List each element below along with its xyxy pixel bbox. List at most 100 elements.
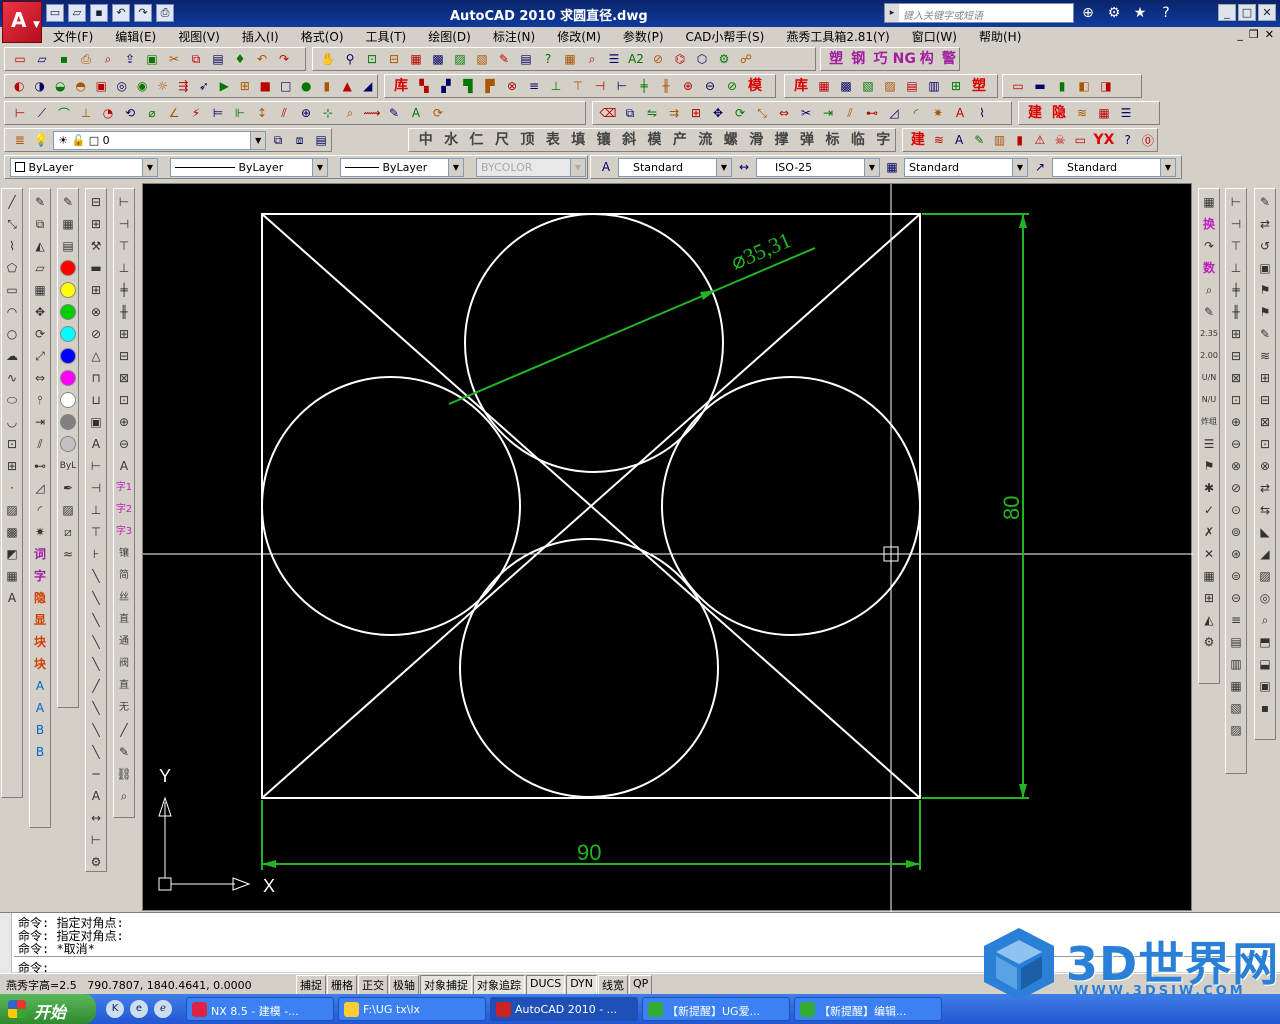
diag4-icon[interactable]: ╲ [87, 632, 105, 652]
edit-text-icon[interactable]: A [950, 103, 970, 123]
visual-icon[interactable]: ◎ [113, 76, 132, 96]
save-icon[interactable]: ▪ [54, 49, 74, 69]
flag-icon[interactable]: ⚑ [1200, 456, 1218, 476]
grid-icon[interactable]: ▦ [560, 49, 580, 69]
linetype-select[interactable]: ByLayer ▼ [170, 157, 328, 177]
grid-swap-icon[interactable]: ▦ [1200, 192, 1218, 212]
extend-icon[interactable]: ⇥ [818, 103, 838, 123]
dim5-icon[interactable]: ⊦ [87, 544, 105, 564]
yx-warn-icon[interactable]: ⚠ [1031, 130, 1049, 150]
r-dim7-icon[interactable]: ⊞ [1227, 324, 1245, 344]
yellow-tool-icon[interactable]: ▨ [59, 500, 77, 520]
mleader-style-select[interactable]: Standard ▼ [1052, 157, 1176, 177]
mold3-icon[interactable]: ▜ [458, 76, 478, 96]
chevron-down-icon[interactable]: ▼ [142, 158, 157, 176]
stack-icon[interactable]: ☰ [1116, 103, 1136, 123]
gradient-icon[interactable]: ▩ [3, 522, 21, 542]
color-swatch-6[interactable] [60, 392, 76, 408]
rotate-icon[interactable]: ⟳ [31, 324, 49, 344]
yx-folder-icon[interactable]: ▭ [1071, 130, 1089, 150]
color-swatch-8[interactable] [60, 436, 76, 452]
warning-button[interactable]: 警 [939, 49, 959, 69]
binoculars-icon[interactable]: ⊕ [1078, 4, 1098, 22]
zoom-window-icon[interactable]: ⊡ [362, 49, 382, 69]
dim-edit-icon[interactable]: ✎ [384, 103, 404, 123]
taskbar-task-4[interactable]: 【新提醒】编辑... [794, 997, 942, 1021]
minimize-button[interactable]: _ [1218, 4, 1236, 21]
bridge-icon[interactable]: ⊔ [87, 390, 105, 410]
save-icon[interactable]: ▪ [90, 4, 108, 22]
r-dim22-icon[interactable]: ▥ [1227, 654, 1245, 674]
menu-item-4[interactable]: 格式(O) [290, 27, 355, 45]
bylayer-color-button[interactable]: ByL [59, 456, 77, 476]
menu-item-13[interactable]: 帮助(H) [968, 27, 1032, 45]
table-style-icon[interactable]: ▦ [882, 157, 902, 177]
mold-text-button-17[interactable]: 临 [846, 130, 869, 150]
communication-icon[interactable]: ⚙ [1104, 4, 1124, 22]
chevron-down-icon[interactable]: ▼ [716, 158, 731, 176]
r3-18-icon[interactable]: ▨ [1256, 566, 1274, 586]
undo-icon[interactable]: ↶ [252, 49, 272, 69]
r3-9-icon[interactable]: ⊞ [1256, 368, 1274, 388]
menu-item-5[interactable]: 工具(T) [355, 27, 418, 45]
status-toggle-8[interactable]: 线宽 [598, 975, 629, 995]
stretch-icon[interactable]: ⇔ [774, 103, 794, 123]
hole2-icon[interactable]: ⊞ [87, 214, 105, 234]
r-dim24-icon[interactable]: ▧ [1227, 698, 1245, 718]
make-current-layer-icon[interactable]: ⧉ [268, 130, 288, 150]
red-x-icon[interactable]: ✕ [1200, 544, 1218, 564]
mtext-a-icon[interactable]: A [87, 434, 105, 454]
r-dim6-icon[interactable]: ╫ [1227, 302, 1245, 322]
camera-icon[interactable]: ▣ [92, 76, 111, 96]
mold12-icon[interactable]: ╫ [656, 76, 676, 96]
make-block-icon[interactable]: ⊞ [3, 456, 21, 476]
dim-break-icon[interactable]: ⫽ [274, 103, 294, 123]
mold-text-button-4[interactable]: 顶 [516, 130, 539, 150]
offset-icon[interactable]: ▱ [31, 258, 49, 278]
r3-19-icon[interactable]: ◎ [1256, 588, 1274, 608]
diag2-icon[interactable]: ╲ [87, 588, 105, 608]
insert-block-icon[interactable]: ⊡ [3, 434, 21, 454]
mold13-icon[interactable]: ⊕ [678, 76, 698, 96]
yx-button[interactable]: YX [1091, 130, 1116, 150]
tables-icon[interactable]: ☰ [604, 49, 624, 69]
copy-obj-icon[interactable]: ⧉ [620, 103, 640, 123]
dim-icon[interactable]: A2 [626, 49, 646, 69]
shade-icon[interactable]: ◉ [133, 76, 152, 96]
dim-e-icon[interactable]: ╪ [115, 280, 133, 300]
text-style-select[interactable]: Standard ▼ [618, 157, 732, 177]
mold-text-button-8[interactable]: 斜 [617, 130, 640, 150]
bars-icon[interactable]: ☰ [1200, 434, 1218, 454]
hammer-icon[interactable]: ⚒ [87, 236, 105, 256]
maximize-button[interactable]: □ [1238, 4, 1256, 21]
mold6-icon[interactable]: ≡ [524, 76, 544, 96]
dim-style-select[interactable]: ISO-25 ▼ [756, 157, 880, 177]
yx-skull-icon[interactable]: ☠ [1051, 130, 1069, 150]
extend-icon[interactable]: ⇥ [31, 412, 49, 432]
print-icon[interactable]: ⎙ [76, 49, 96, 69]
yx-lock-icon[interactable]: ▮ [1011, 130, 1029, 150]
wave-icon[interactable]: ≈ [59, 544, 77, 564]
yellow-line-icon[interactable]: ╲ [87, 742, 105, 762]
m22-icon[interactable]: ▩ [836, 76, 856, 96]
arc-icon[interactable]: ◠ [3, 302, 21, 322]
r3-11-icon[interactable]: ⊠ [1256, 412, 1274, 432]
dim-arc-icon[interactable]: ⌒ [54, 103, 74, 123]
height-label[interactable]: 80 [999, 496, 1024, 520]
dim-g-icon[interactable]: ⊞ [115, 324, 133, 344]
zoom-realtime-icon[interactable]: ⚲ [340, 49, 360, 69]
table-style-select[interactable]: Standard ▼ [904, 157, 1028, 177]
r3-23-icon[interactable]: ▣ [1256, 676, 1274, 696]
open-icon[interactable]: ▱ [32, 49, 52, 69]
l5-icon[interactable]: ◨ [1096, 76, 1116, 96]
sheet-set-icon[interactable]: ▧ [472, 49, 492, 69]
dim-aligned-icon[interactable]: ⟋ [32, 103, 52, 123]
status-toggle-9[interactable]: QP [629, 975, 653, 995]
dim-j-icon[interactable]: ⊡ [115, 390, 133, 410]
scale-icon[interactable]: ⤡ [752, 103, 772, 123]
layer-select[interactable]: ☀ 🔓 □ 0 ▼ [53, 130, 267, 150]
dim-k-icon[interactable]: ⊕ [115, 412, 133, 432]
join-icon[interactable]: ⊷ [862, 103, 882, 123]
library-button[interactable]: 库 [390, 76, 412, 96]
light-icon[interactable]: ◒ [51, 76, 70, 96]
